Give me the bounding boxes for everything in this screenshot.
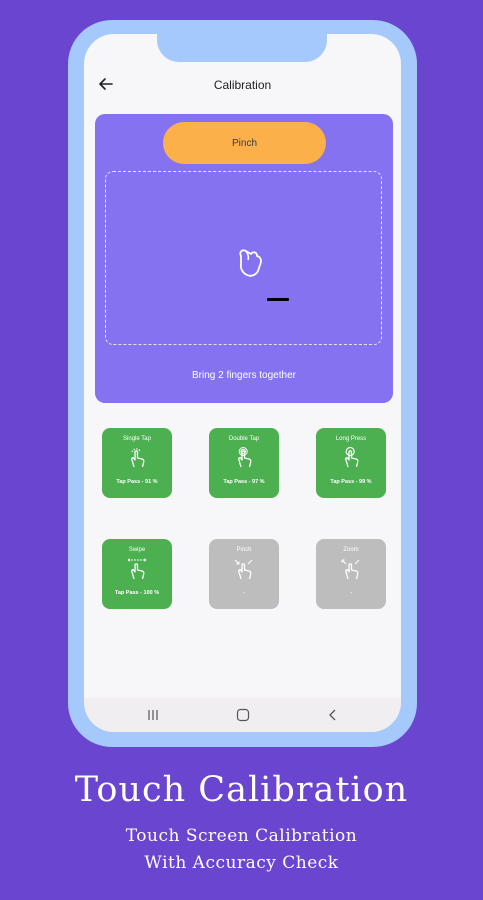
zoom-icon: [341, 559, 360, 580]
phone-screen: Calibration Pinch Bring 2 fingers togeth…: [84, 34, 401, 732]
test-name: Zoom: [343, 547, 359, 553]
test-result: -: [243, 590, 245, 596]
pinch-icon: [234, 559, 253, 580]
pinch-indicator-bar: [267, 298, 289, 301]
phone-notch: [157, 20, 327, 62]
test-tile-long-press[interactable]: Long Press Tap Pass - 99 %: [316, 428, 386, 498]
promo-subline-2: With Accuracy Check: [144, 853, 339, 873]
system-nav-bar: [84, 698, 401, 732]
test-tile-swipe[interactable]: Swipe Tap Pass - 100 %: [102, 539, 172, 609]
test-result: Tap Pass - 97 %: [223, 479, 265, 485]
promo-headline: Touch Calibration: [74, 770, 409, 810]
swipe-icon: [127, 558, 147, 580]
single-tap-icon: [131, 448, 145, 468]
pinch-button[interactable]: Pinch: [163, 122, 326, 164]
page-title: Calibration: [213, 78, 272, 92]
recent-apps-icon[interactable]: [145, 707, 161, 723]
test-name: Swipe: [128, 547, 146, 553]
pinch-hand-icon: [239, 249, 262, 277]
calibration-panel: Pinch Bring 2 fingers together: [95, 114, 393, 403]
test-result: Tap Pass - 99 %: [330, 479, 372, 485]
test-tile-single-tap[interactable]: Single Tap Tap Pass - 91 %: [102, 428, 172, 498]
promo-subline-1: Touch Screen Calibration: [125, 826, 358, 846]
touch-area[interactable]: [105, 171, 382, 345]
test-name: Double Tap: [228, 436, 260, 442]
back-nav-icon[interactable]: [325, 707, 341, 723]
test-tile-pinch[interactable]: Pinch -: [209, 539, 279, 609]
test-tile-double-tap[interactable]: Double Tap Tap Pass - 97 %: [209, 428, 279, 498]
instruction-text: Bring 2 fingers together: [192, 370, 296, 381]
test-result: -: [350, 590, 352, 596]
test-name: Long Press: [335, 436, 367, 442]
test-result: Tap Pass - 91 %: [116, 479, 158, 485]
double-tap-icon: [238, 447, 252, 468]
test-name: Single Tap: [123, 436, 151, 442]
test-tile-zoom[interactable]: Zoom -: [316, 539, 386, 609]
test-result: Tap Pass - 100 %: [114, 590, 160, 596]
long-press-icon: [345, 446, 359, 468]
test-name: Pinch: [236, 547, 252, 553]
home-icon[interactable]: [235, 707, 251, 723]
